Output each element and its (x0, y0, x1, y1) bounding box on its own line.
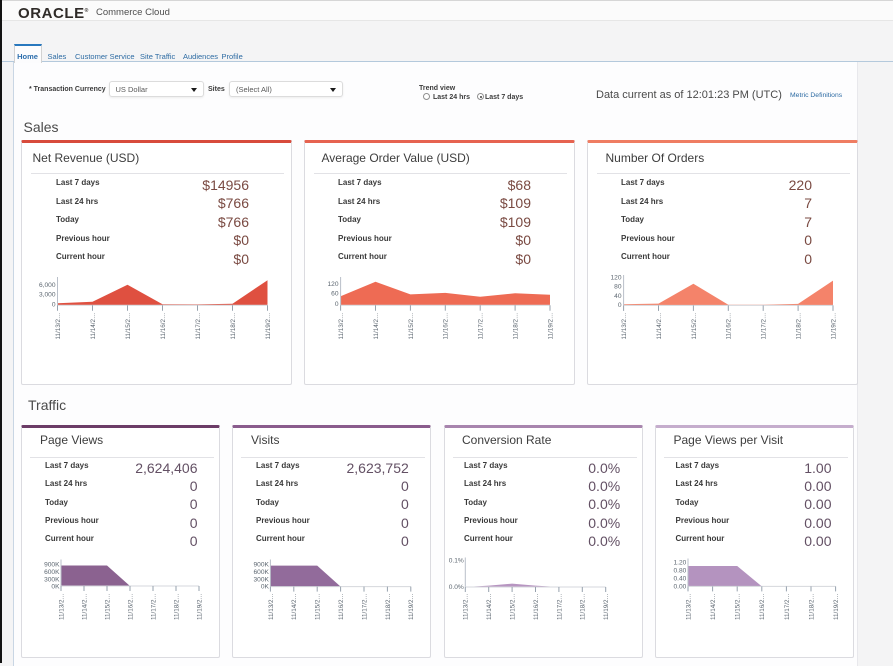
svg-text:0.80: 0.80 (673, 567, 686, 574)
svg-text:60: 60 (331, 291, 339, 298)
svg-text:11/14/2…: 11/14/2… (291, 593, 298, 620)
svg-text:11/18/2…: 11/18/2… (513, 313, 520, 340)
svg-text:0: 0 (618, 302, 622, 309)
svg-text:600K: 600K (44, 569, 60, 576)
svg-text:11/16/2…: 11/16/2… (533, 593, 540, 620)
svg-text:0.0%: 0.0% (448, 584, 463, 591)
svg-text:11/16/2…: 11/16/2… (338, 593, 345, 620)
svg-text:11/19/2…: 11/19/2… (830, 313, 837, 340)
svg-text:80: 80 (614, 283, 622, 290)
svg-text:0K: 0K (51, 584, 60, 591)
svg-text:11/14/2…: 11/14/2… (656, 313, 663, 340)
svg-text:11/18/2…: 11/18/2… (808, 593, 815, 620)
svg-text:11/17/2…: 11/17/2… (556, 593, 563, 620)
svg-text:1.20: 1.20 (673, 559, 686, 566)
svg-text:11/16/2…: 11/16/2… (127, 593, 134, 620)
svg-text:11/15/2…: 11/15/2… (125, 313, 132, 340)
svg-text:11/17/2…: 11/17/2… (150, 593, 157, 620)
svg-text:11/13/2…: 11/13/2… (621, 313, 628, 340)
svg-text:11/16/2…: 11/16/2… (443, 313, 450, 340)
svg-text:120: 120 (327, 281, 338, 288)
svg-text:11/19/2…: 11/19/2… (196, 593, 203, 620)
svg-text:11/15/2…: 11/15/2… (315, 593, 322, 620)
svg-text:11/18/2…: 11/18/2… (796, 313, 803, 340)
svg-text:11/17/2…: 11/17/2… (362, 593, 369, 620)
svg-text:11/15/2…: 11/15/2… (104, 593, 111, 620)
svg-text:0K: 0K (261, 584, 270, 591)
svg-text:11/17/2…: 11/17/2… (761, 313, 768, 340)
svg-text:0: 0 (335, 301, 339, 308)
svg-text:11/13/2…: 11/13/2… (338, 313, 345, 340)
svg-text:11/14/2…: 11/14/2… (486, 593, 493, 620)
svg-text:11/17/2…: 11/17/2… (195, 313, 202, 340)
svg-text:11/18/2…: 11/18/2… (173, 593, 180, 620)
svg-text:0.1%: 0.1% (448, 558, 463, 565)
svg-text:11/14/2…: 11/14/2… (90, 313, 97, 340)
svg-text:11/14/2…: 11/14/2… (710, 593, 717, 620)
svg-text:11/17/2…: 11/17/2… (478, 313, 485, 340)
svg-text:11/14/2…: 11/14/2… (81, 593, 88, 620)
svg-text:300K: 300K (254, 576, 270, 583)
svg-text:11/15/2…: 11/15/2… (509, 593, 516, 620)
svg-text:120: 120 (610, 275, 621, 282)
svg-text:11/19/2…: 11/19/2… (265, 313, 272, 340)
svg-text:40: 40 (614, 293, 622, 300)
svg-text:11/19/2…: 11/19/2… (408, 593, 415, 620)
svg-text:11/15/2…: 11/15/2… (408, 313, 415, 340)
svg-text:300K: 300K (44, 576, 60, 583)
svg-text:11/13/2…: 11/13/2… (462, 593, 469, 620)
svg-text:900K: 900K (254, 562, 270, 569)
svg-text:11/14/2…: 11/14/2… (373, 313, 380, 340)
svg-text:11/19/2…: 11/19/2… (603, 593, 610, 620)
svg-text:6,000: 6,000 (39, 282, 56, 289)
svg-text:11/16/2…: 11/16/2… (759, 593, 766, 620)
svg-text:900K: 900K (44, 562, 60, 569)
svg-text:11/15/2…: 11/15/2… (691, 313, 698, 340)
svg-text:11/13/2…: 11/13/2… (685, 593, 692, 620)
svg-text:11/13/2…: 11/13/2… (55, 313, 62, 340)
svg-text:11/19/2…: 11/19/2… (833, 593, 840, 620)
svg-text:11/13/2…: 11/13/2… (268, 593, 275, 620)
svg-text:11/18/2…: 11/18/2… (230, 313, 237, 340)
svg-text:600K: 600K (254, 569, 270, 576)
svg-text:11/18/2…: 11/18/2… (579, 593, 586, 620)
svg-text:11/16/2…: 11/16/2… (160, 313, 167, 340)
svg-text:11/16/2…: 11/16/2… (726, 313, 733, 340)
svg-text:11/17/2…: 11/17/2… (784, 593, 791, 620)
svg-text:11/18/2…: 11/18/2… (385, 593, 392, 620)
svg-text:11/19/2…: 11/19/2… (547, 313, 554, 340)
svg-text:0: 0 (52, 302, 56, 309)
svg-text:11/15/2…: 11/15/2… (735, 593, 742, 620)
svg-text:0.40: 0.40 (673, 575, 686, 582)
svg-text:11/13/2…: 11/13/2… (58, 593, 65, 620)
svg-text:3,000: 3,000 (39, 292, 56, 299)
svg-text:0.00: 0.00 (673, 583, 686, 590)
